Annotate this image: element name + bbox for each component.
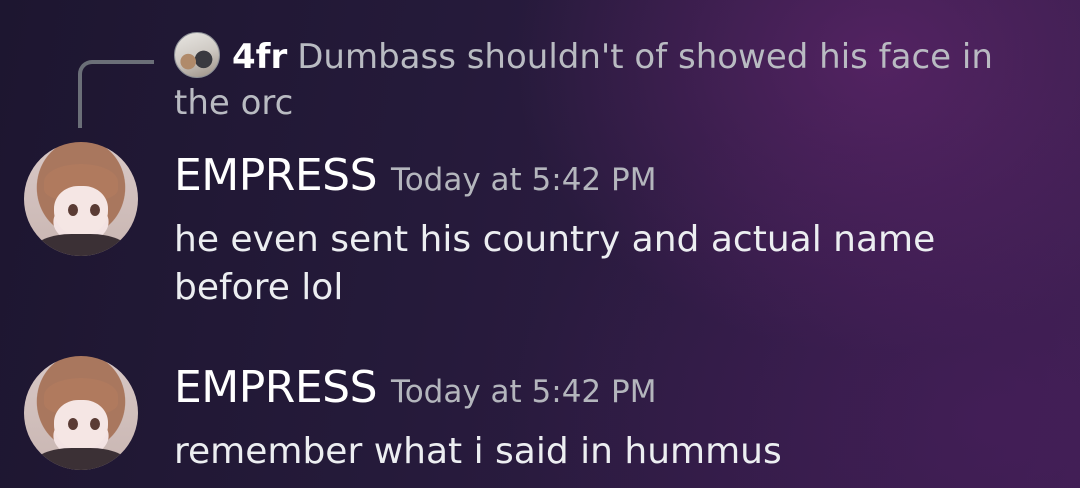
avatar[interactable] [24, 356, 138, 470]
reply-author-name[interactable]: 4fr [232, 37, 287, 77]
message-header: EMPRESS Today at 5:42 PM [174, 150, 656, 206]
message-timestamp: Today at 5:42 PM [391, 162, 657, 198]
chat-view: 4fr Dumbass shouldn't of showed his face … [0, 0, 1080, 488]
author-name[interactable]: EMPRESS [174, 362, 378, 413]
reply-author-avatar[interactable] [174, 32, 220, 78]
avatar[interactable] [24, 142, 138, 256]
reply-reference[interactable]: 4fr Dumbass shouldn't of showed his face … [174, 32, 1034, 126]
reply-text[interactable]: Dumbass shouldn't of showed his face in … [174, 37, 993, 123]
author-name[interactable]: EMPRESS [174, 150, 378, 201]
message-timestamp: Today at 5:42 PM [391, 374, 657, 410]
message-content: he even sent his country and actual name… [174, 219, 936, 308]
message-header: EMPRESS Today at 5:42 PM [174, 362, 656, 418]
message-content: remember what i said in hummus [174, 431, 782, 472]
reply-connector [78, 60, 154, 128]
